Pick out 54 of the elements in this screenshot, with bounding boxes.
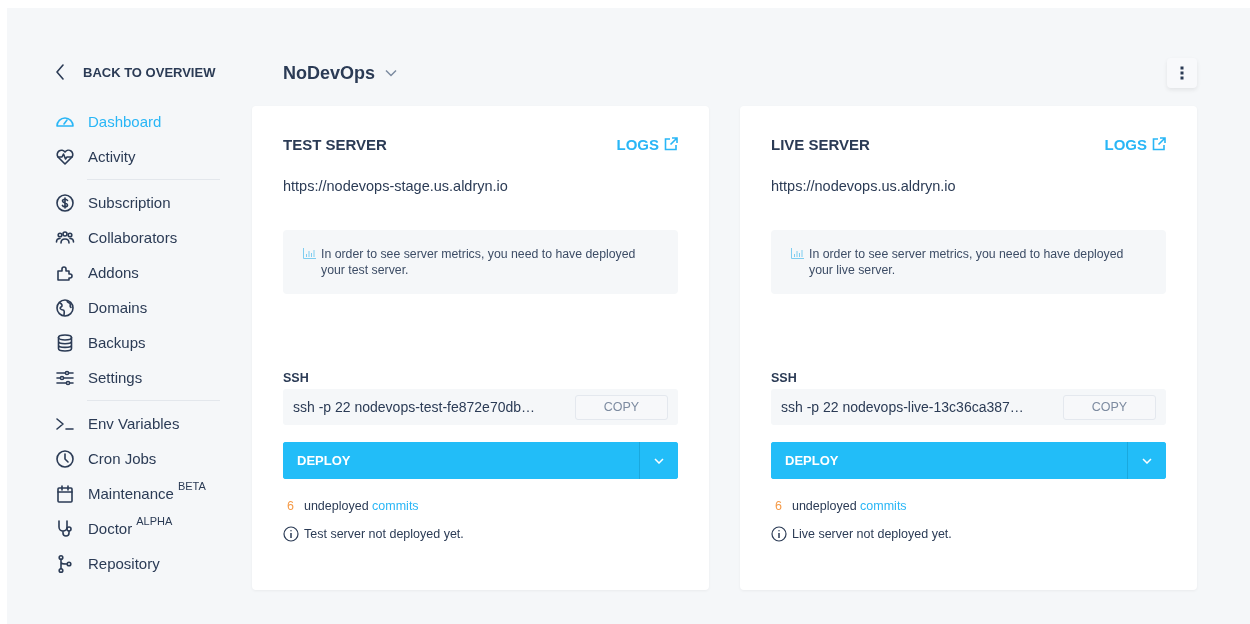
database-icon [55,332,75,353]
calendar-icon [55,483,75,504]
heartbeat-icon [55,146,75,167]
sidebar-item[interactable]: Subscription [55,185,171,220]
deploy-options-button[interactable] [639,442,678,479]
notice-text: In order to see server metrics, you need to have deployed your test server. [321,246,637,278]
sidebar-item[interactable]: Collaborators [55,220,178,255]
undeployed-commits-text: undeployed commits [303,499,419,513]
sidebar-item[interactable]: Env Variables [55,406,180,441]
commit-count: 6 [775,499,782,513]
sidebar-item[interactable]: Activity [55,139,136,174]
external-link-icon [1152,137,1166,151]
ssh-label: SSH [283,371,309,385]
status-text: Live server not deployed yet. [792,527,952,541]
bar-chart-icon [303,248,316,259]
ssh-command-field[interactable]: ssh -p 22 nodevops-live-13c36ca387… COPY [771,389,1166,425]
commit-count: 6 [287,499,294,513]
stethoscope-icon [55,518,75,539]
status-text: Test server not deployed yet. [304,527,464,541]
badge-label: BETA [177,480,206,492]
more-vertical-icon [1180,66,1184,80]
chevron-down-icon [654,457,664,464]
ssh-label: SSH [771,371,797,385]
card-title: TEST SERVER [283,135,387,153]
more-menu-button[interactable] [1167,58,1197,88]
sidebar-item[interactable]: Cron Jobs [55,441,157,476]
sidebar-item[interactable]: Repository [55,546,160,581]
globe-icon [55,297,75,318]
sidebar-item[interactable]: Addons [55,255,139,290]
ssh-command-field[interactable]: ssh -p 22 nodevops-test-fe872e70db… COPY [283,389,678,425]
chevron-down-icon [1142,457,1152,464]
external-link-icon [664,137,678,151]
back-link[interactable]: BACK TO OVERVIEW [55,58,216,86]
server-url: https://nodevops-stage.us.aldryn.io [283,178,508,194]
sidebar-item[interactable]: Domains [55,290,148,325]
sidebar-item[interactable]: Maintenance $^{BETA}$ [55,476,206,511]
clock-icon [55,448,75,469]
card-title: LIVE SERVER [771,135,870,153]
branch-icon [55,553,75,574]
undeployed-commits-text: undeployed commits [791,499,907,513]
server-url: https://nodevops.us.aldryn.io [771,178,956,194]
dollar-icon [55,192,75,213]
sidebar-item[interactable]: Settings [55,360,143,395]
sidebar-item[interactable]: Backups [55,325,146,360]
badge-label: ALPHA [136,515,173,527]
chevron-down-icon [385,69,398,77]
bar-chart-icon [791,248,804,259]
info-icon [771,526,787,542]
deploy-options-button[interactable] [1127,442,1166,479]
chevron-left-icon [55,64,65,80]
project-selector[interactable]: NoDevOps [283,62,398,84]
notice-text: In order to see server metrics, you need to have deployed your live server. [809,246,1125,278]
sidebar-item[interactable]: Doctor $^{ALPHA}$ [55,511,173,546]
info-icon [283,526,299,542]
